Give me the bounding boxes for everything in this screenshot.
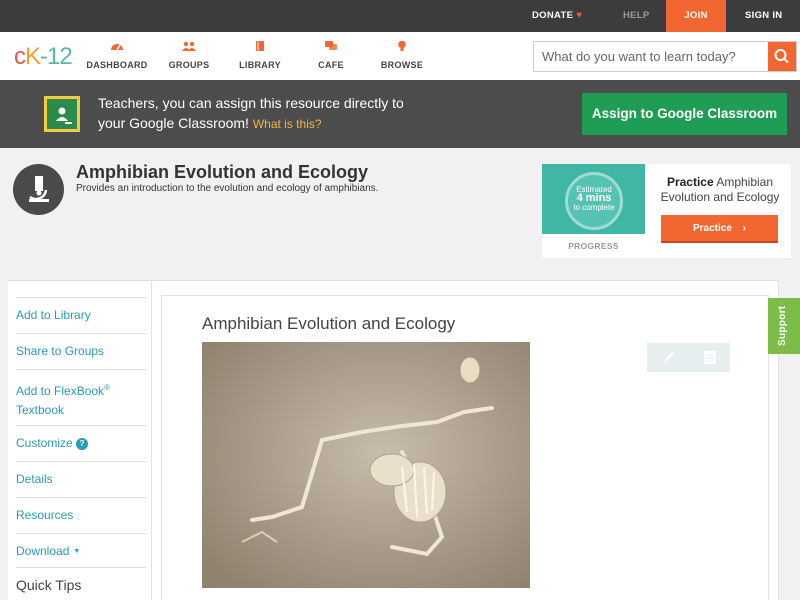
nav-library[interactable]: LIBRARY [225,40,295,70]
logo-num: -12 [40,43,73,70]
fossil-frog-image [202,342,530,588]
microscope-icon [13,164,64,215]
search-button[interactable] [768,42,796,71]
main-navbar: cK-12 DASHBOARD GROUPS LIBRARY CAFE BROW… [0,32,800,80]
logo-c: c [14,43,26,70]
share-to-groups-link[interactable]: Share to Groups [16,333,146,369]
notes-button[interactable] [689,343,730,372]
classroom-line2: your Google Classroom! [98,115,249,131]
progress-label: PROGRESS [568,241,619,251]
details-link[interactable]: Details [16,461,146,497]
donate-link[interactable]: DONATE ♥ [532,0,582,32]
logo-k: K [25,43,41,70]
help-question-icon[interactable]: ? [76,438,89,450]
nav-groups[interactable]: GROUPS [154,40,224,70]
groups-people-icon [182,41,196,51]
nav-cafe-label: CAFE [318,60,344,70]
estimated-mins: 4 mins [576,192,612,204]
practice-button[interactable]: Practice › [661,215,778,243]
sign-in-link[interactable]: SIGN IN [745,0,782,32]
practice-label: Practice Amphibian Evolution and Ecology [654,175,786,205]
classroom-line1: Teachers, you can assign this resource d… [98,95,404,111]
content-tools [647,343,730,372]
nav-browse[interactable]: BROWSE [367,40,437,70]
customize-label: Customize [16,436,73,450]
heart-icon: ♥ [576,10,583,21]
quick-tips-heading: Quick Tips [16,567,146,593]
add-to-flexbook-link[interactable]: Add to FlexBook® Textbook [16,369,146,425]
dashboard-gauge-icon [111,44,123,51]
nav-cafe[interactable]: CAFE [296,40,366,70]
google-classroom-icon [44,96,80,132]
practice-progress-graphic: Estimated 4 mins to complete [542,164,645,234]
search-input[interactable] [534,42,768,71]
top-utility-bar: DONATE ♥ HELP JOIN SIGN IN [0,0,800,32]
library-book-icon [256,41,264,51]
estimate-ring: Estimated 4 mins to complete [565,172,623,230]
nav-dashboard[interactable]: DASHBOARD [82,40,152,70]
caret-down-icon: ▼ [73,548,81,555]
resources-link[interactable]: Resources [16,497,146,533]
concept-title: Amphibian Evolution and Ecology [76,162,369,182]
registered-mark: ® [104,383,110,392]
chevron-right-icon: › [742,223,747,234]
help-link[interactable]: HELP [623,0,650,32]
practice-button-label: Practice [692,223,732,234]
add-flexbook-line2: Textbook [16,403,65,417]
ck12-logo[interactable]: cK-12 [14,43,73,71]
what-is-this-link[interactable]: What is this? [253,117,322,131]
support-tab[interactable]: Support [768,298,800,354]
pencil-icon [664,352,674,364]
browse-bulb-icon [398,40,406,51]
search-box [533,41,797,72]
content-title: Amphibian Evolution and Ecology [202,314,456,333]
cafe-chat-icon [325,41,337,50]
nav-groups-label: GROUPS [168,60,210,70]
to-complete-label: to complete [573,203,615,212]
nav-dashboard-label: DASHBOARD [86,60,148,70]
practice-label-bold: Practice [666,175,714,189]
google-classroom-banner: Teachers, you can assign this resource d… [0,80,800,148]
notes-icon [704,351,716,364]
concept-description: Provides an introduction to the evolutio… [76,183,379,194]
donate-label: DONATE [532,10,574,21]
assign-google-classroom-button[interactable]: Assign to Google Classroom [582,93,787,135]
download-dropdown[interactable]: Download ▼ [16,533,146,567]
support-label: Support [777,305,788,346]
join-button[interactable]: JOIN [666,0,726,32]
practice-card: Estimated 4 mins to complete PROGRESS Pr… [542,164,791,258]
classroom-message: Teachers, you can assign this resource d… [98,93,458,134]
customize-link[interactable]: Customize ? [16,425,146,461]
nav-browse-label: BROWSE [380,60,424,70]
download-label: Download [16,544,70,558]
annotate-button[interactable] [647,343,688,372]
resource-sidebar: Add to Library Share to Groups Add to Fl… [8,280,151,600]
add-flexbook-line1: Add to FlexBook [16,384,105,398]
nav-library-label: LIBRARY [239,60,281,70]
add-to-library-link[interactable]: Add to Library [16,297,146,333]
search-icon [774,49,789,64]
